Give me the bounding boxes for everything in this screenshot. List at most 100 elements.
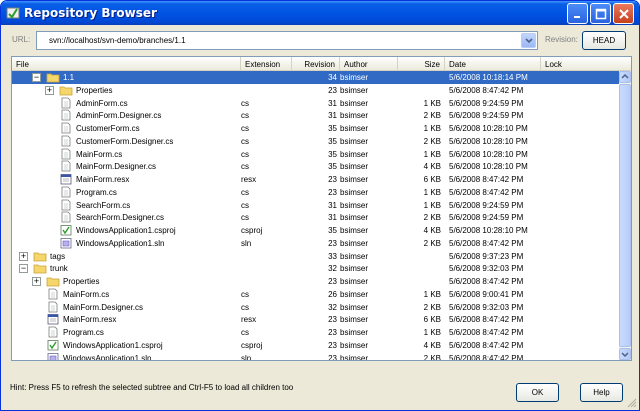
chevron-down-icon xyxy=(525,38,533,44)
row-size: 1 KB xyxy=(423,187,441,197)
row-author: bsimser xyxy=(340,175,369,184)
row-name: Properties xyxy=(76,85,113,95)
help-button[interactable]: Help xyxy=(580,383,623,402)
row-name: MainForm.resx xyxy=(63,315,117,325)
row-author: bsimser xyxy=(340,289,369,299)
window-title: Repository Browser xyxy=(24,6,157,20)
row-extension: cs xyxy=(241,149,249,159)
folder-icon xyxy=(46,277,60,287)
expand-icon[interactable]: + xyxy=(45,85,54,95)
table-row[interactable]: MainForm.resx resx 23 bsimser 6 KB 5/6/2008 8… xyxy=(12,313,619,326)
table-row[interactable]: CustomerForm.cs cs 35 bsimser 1 KB 5/6/2008 1… xyxy=(12,122,619,135)
row-author: bsimser xyxy=(340,149,369,159)
maximize-icon xyxy=(595,8,607,20)
column-header-revision[interactable]: Revision xyxy=(292,57,340,71)
row-date: 5/6/2008 8:47:42 PM xyxy=(449,315,524,325)
table-row[interactable]: AdminForm.Designer.cs cs 31 bsimser 2 KB 5/6/… xyxy=(12,109,619,122)
table-row[interactable]: MainForm.cs cs 26 bsimser 1 KB 5/6/2008 9:00:… xyxy=(12,288,619,301)
row-name: MainForm.Designer.cs xyxy=(63,302,144,312)
scroll-down-button[interactable] xyxy=(619,348,631,360)
row-extension: cs xyxy=(241,289,249,299)
row-extension: cs xyxy=(241,213,249,223)
row-size: 1 KB xyxy=(423,328,441,337)
maximize-button[interactable] xyxy=(590,3,611,24)
table-row[interactable]: CustomerForm.Designer.cs cs 35 bsimser 2 KB 5… xyxy=(12,135,619,148)
table-row[interactable]: + Properties 23 bsimser 5/6/2008 8:47:42 PM xyxy=(12,84,619,97)
folder-icon xyxy=(33,252,47,261)
collapse-icon[interactable]: − xyxy=(32,73,41,82)
row-date: 5/6/2008 8:47:42 PM xyxy=(449,187,524,197)
title-bar[interactable]: Repository Browser xyxy=(1,1,639,25)
collapse-icon[interactable]: − xyxy=(19,264,28,274)
repository-tree-list[interactable]: File Extension Revision Author Size Date… xyxy=(11,56,632,361)
vertical-scrollbar[interactable] xyxy=(619,71,631,360)
url-combobox[interactable]: svn://localhost/svn-demo/branches/1.1 xyxy=(36,31,538,50)
file-icon xyxy=(61,186,71,198)
table-row[interactable]: + Properties 23 bsimser 5/6/2008 8:47:42 PM xyxy=(12,275,619,288)
row-size: 6 KB xyxy=(423,175,441,184)
row-size: 4 KB xyxy=(423,340,441,350)
resize-grip-icon[interactable] xyxy=(627,398,637,408)
table-row[interactable]: Program.cs cs 23 bsimser 1 KB 5/6/2008 8:47:4… xyxy=(12,186,619,199)
column-header-author[interactable]: Author xyxy=(340,57,398,71)
close-button[interactable] xyxy=(613,3,634,24)
row-revision: 31 xyxy=(328,111,337,121)
column-header-date[interactable]: Date xyxy=(445,57,541,71)
row-revision: 31 xyxy=(328,213,337,223)
table-row[interactable]: MainForm.Designer.cs cs 32 bsimser 2 KB 5/6/2… xyxy=(12,301,619,314)
row-size: 2 KB xyxy=(423,238,441,248)
table-row[interactable]: + tags 33 bsimser 5/6/2008 9:37:23 PM xyxy=(12,250,619,263)
column-header-extension[interactable]: Extension xyxy=(241,57,292,71)
chevron-up-icon xyxy=(621,73,629,79)
head-revision-button[interactable]: HEAD xyxy=(582,31,626,50)
row-size: 2 KB xyxy=(423,302,441,312)
table-row[interactable]: WindowsApplication1.sln sln 23 bsimser 2 KB 5… xyxy=(12,352,619,360)
minimize-button[interactable] xyxy=(567,3,588,24)
table-row[interactable]: SearchForm.Designer.cs cs 31 bsimser 2 KB 5/6… xyxy=(12,211,619,224)
row-size: 1 KB xyxy=(423,200,441,210)
row-extension: cs xyxy=(241,136,249,146)
row-extension: resx xyxy=(241,315,257,325)
row-date: 5/6/2008 9:24:59 PM xyxy=(449,200,524,210)
column-header-file[interactable]: File xyxy=(12,57,241,71)
row-revision: 23 xyxy=(328,277,337,286)
table-row[interactable]: MainForm.cs cs 35 bsimser 1 KB 5/6/2008 10:28… xyxy=(12,148,619,161)
expand-icon[interactable]: + xyxy=(32,277,41,286)
row-date: 5/6/2008 8:47:42 PM xyxy=(449,328,524,337)
row-size: 2 KB xyxy=(423,111,441,121)
table-row[interactable]: − 1.1 34 bsimser 5/6/2008 10:18:14 PM xyxy=(12,71,619,84)
ok-button[interactable]: OK xyxy=(516,383,559,402)
table-row[interactable]: MainForm.Designer.cs cs 35 bsimser 4 KB 5/6/2… xyxy=(12,160,619,173)
folder-icon xyxy=(33,264,47,274)
row-revision: 32 xyxy=(328,302,337,312)
row-extension: cs xyxy=(241,111,249,121)
file-icon xyxy=(61,109,71,121)
table-row[interactable]: WindowsApplication1.csproj csproj 23 bsimse… xyxy=(12,339,619,352)
column-header-size[interactable]: Size xyxy=(398,57,445,71)
table-row[interactable]: SearchForm.cs cs 31 bsimser 1 KB 5/6/2008 9:2… xyxy=(12,199,619,212)
table-row[interactable]: WindowsApplication1.sln sln 23 bsimser 2 KB 5… xyxy=(12,237,619,250)
column-header-lock[interactable]: Lock xyxy=(541,57,631,71)
row-revision: 35 xyxy=(328,136,337,146)
table-row[interactable]: AdminForm.cs cs 31 bsimser 1 KB 5/6/2008 9:24… xyxy=(12,97,619,110)
row-author: bsimser xyxy=(340,315,369,325)
row-date: 5/6/2008 8:47:42 PM xyxy=(449,340,524,350)
expand-icon[interactable]: + xyxy=(19,251,28,261)
table-row[interactable]: − trunk 32 bsimser 5/6/2008 9:32:03 PM xyxy=(12,262,619,275)
table-row[interactable]: WindowsApplication1.csproj csproj 35 bsimse… xyxy=(12,224,619,237)
row-revision: 23 xyxy=(328,85,337,95)
row-extension: cs xyxy=(241,98,249,108)
table-row[interactable]: Program.cs cs 23 bsimser 1 KB 5/6/2008 8:47:4… xyxy=(12,326,619,339)
row-revision: 35 xyxy=(328,226,337,235)
row-revision: 23 xyxy=(328,238,337,248)
scroll-thumb[interactable] xyxy=(619,84,631,347)
row-name: WindowsApplication1.csproj xyxy=(63,340,163,350)
hint-text: Hint: Press F5 to refresh the selected s… xyxy=(10,383,294,392)
table-row[interactable]: MainForm.resx resx 23 bsimser 6 KB 5/6/2008 8… xyxy=(12,173,619,186)
row-size: 6 KB xyxy=(423,315,441,325)
url-dropdown-button[interactable] xyxy=(521,33,536,48)
scroll-up-button[interactable] xyxy=(619,71,631,83)
row-author: bsimser xyxy=(340,302,369,312)
row-name: SearchForm.Designer.cs xyxy=(76,213,165,223)
row-date: 5/6/2008 9:32:03 PM xyxy=(449,302,524,312)
